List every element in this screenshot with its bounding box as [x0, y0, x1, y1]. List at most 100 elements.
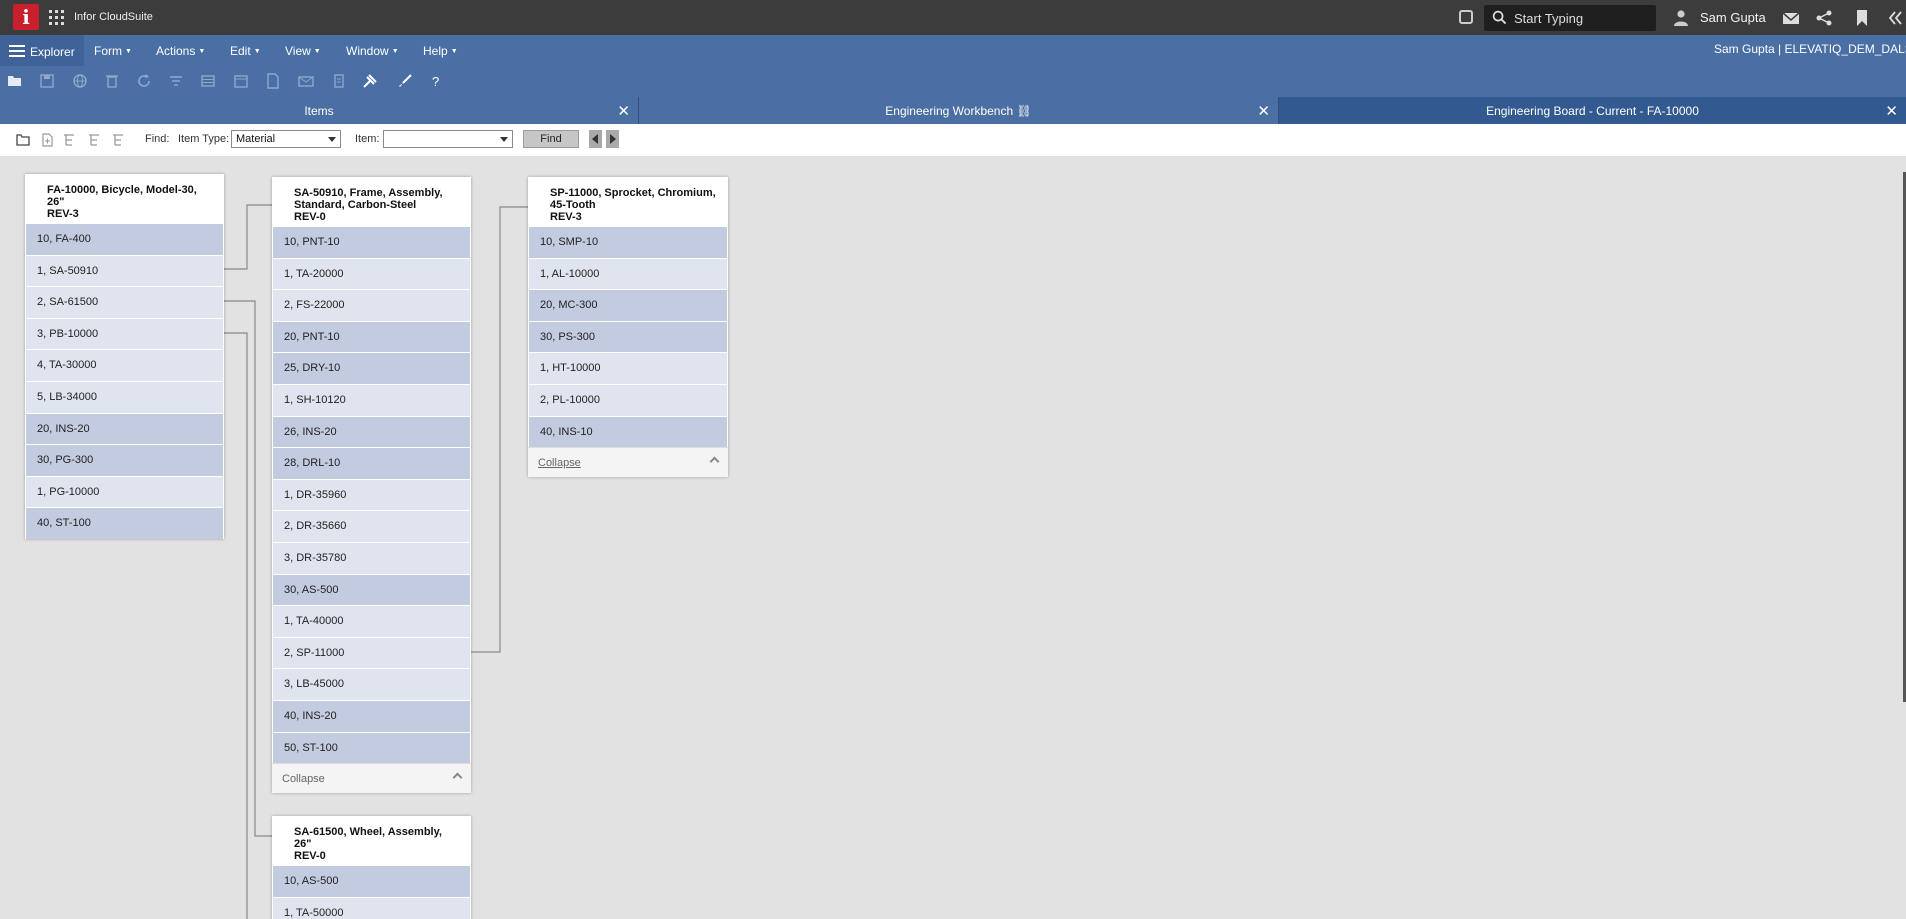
menu-help[interactable]: Help ▼: [423, 44, 458, 58]
previous-button[interactable]: [589, 130, 602, 148]
bom-row[interactable]: 2, PL-10000: [529, 383, 727, 416]
card-header[interactable]: SA-50910, Frame, Assembly, Standard, Car…: [272, 177, 471, 226]
bom-row[interactable]: 1, DR-35960: [273, 478, 470, 511]
bom-row[interactable]: 10, AS-500: [273, 865, 470, 897]
globe-icon[interactable]: [72, 73, 88, 89]
share-icon[interactable]: [1815, 9, 1833, 27]
attach-icon[interactable]: [331, 73, 347, 89]
tree-expand-icon[interactable]: [62, 133, 77, 147]
bom-row[interactable]: 2, SP-11000: [273, 636, 470, 669]
waffle-icon[interactable]: [49, 10, 64, 25]
bom-row[interactable]: 1, TA-40000: [273, 605, 470, 637]
bom-row[interactable]: 1, PG-10000: [26, 475, 223, 508]
infor-logo[interactable]: i: [13, 4, 39, 30]
filter-icon[interactable]: [168, 73, 184, 89]
next-button[interactable]: [606, 130, 619, 148]
close-icon[interactable]: ✕: [1257, 102, 1270, 120]
bom-row[interactable]: 30, PS-300: [529, 320, 727, 353]
search-input[interactable]: [1514, 9, 1649, 27]
card-title: SP-11000, Sprocket, Chromium, 45-Tooth: [550, 187, 716, 211]
bom-row[interactable]: 28, DRL-10: [273, 447, 470, 479]
bom-row[interactable]: 50, ST-100: [273, 731, 470, 764]
find-bar: Find: Item Type: Material Item: Find: [0, 124, 1906, 156]
find-button[interactable]: Find: [523, 130, 579, 148]
bom-row[interactable]: 1, TA-50000: [273, 896, 470, 919]
bom-row[interactable]: 2, DR-35660: [273, 510, 470, 542]
card-header[interactable]: FA-10000, Bicycle, Model-30, 26" REV-3: [25, 174, 224, 223]
bom-row[interactable]: 1, AL-10000: [529, 257, 727, 290]
tab-items-label: Items: [304, 104, 334, 118]
new-document-icon[interactable]: [40, 133, 55, 147]
bom-row[interactable]: 40, INS-10: [529, 415, 727, 448]
bom-row[interactable]: 10, FA-400: [26, 223, 223, 255]
bom-row[interactable]: 20, PNT-10: [273, 320, 470, 353]
menu-edit[interactable]: Edit ▼: [230, 44, 261, 58]
bom-row[interactable]: 40, ST-100: [26, 507, 223, 539]
bom-row[interactable]: 30, AS-500: [273, 573, 470, 606]
mail-icon[interactable]: [1782, 9, 1800, 27]
card-header[interactable]: SP-11000, Sprocket, Chromium, 45-Tooth R…: [528, 177, 728, 226]
close-icon[interactable]: ✕: [617, 102, 630, 120]
tab-engineering-workbench[interactable]: Engineering Workbench ⛓ ✕: [639, 97, 1278, 124]
folder-open-icon[interactable]: [7, 73, 23, 89]
bom-row[interactable]: 20, INS-20: [26, 412, 223, 445]
menu-window[interactable]: Window ▼: [346, 44, 399, 58]
calendar-icon[interactable]: [233, 73, 249, 89]
bom-row[interactable]: 30, PG-300: [26, 444, 223, 476]
bom-row[interactable]: 10, PNT-10: [273, 226, 470, 258]
bom-row[interactable]: 26, INS-20: [273, 415, 470, 448]
brush-icon[interactable]: [397, 73, 413, 89]
global-search[interactable]: [1484, 5, 1656, 31]
card-header[interactable]: SA-61500, Wheel, Assembly, 26" REV-0: [272, 816, 471, 865]
refresh-icon[interactable]: [136, 73, 152, 89]
tree-collapse-icon[interactable]: [87, 133, 102, 147]
bom-row[interactable]: 1, SA-50910: [26, 254, 223, 287]
bom-row[interactable]: 3, PB-10000: [26, 317, 223, 350]
bom-row[interactable]: 2, SA-61500: [26, 286, 223, 318]
bom-row[interactable]: 1, HT-10000: [529, 352, 727, 384]
collapse-icon[interactable]: [1886, 9, 1904, 27]
save-icon[interactable]: [39, 73, 55, 89]
bookmark-icon[interactable]: [1853, 9, 1871, 27]
bom-card: SA-61500, Wheel, Assembly, 26" REV-0 10,…: [272, 816, 471, 919]
top-bar: i Infor CloudSuite Sam Gupta: [0, 0, 1906, 35]
item-select[interactable]: [383, 130, 513, 148]
tab-items[interactable]: Items ✕: [0, 97, 638, 124]
collapse-label: Collapse: [538, 457, 581, 470]
explorer-button[interactable]: Explorer: [0, 35, 84, 66]
tree-add-icon[interactable]: [111, 133, 126, 147]
user-icon[interactable]: [1673, 9, 1689, 26]
email-icon[interactable]: [298, 73, 314, 89]
document-icon[interactable]: [265, 73, 281, 89]
stop-icon[interactable]: [1459, 10, 1473, 24]
delete-icon[interactable]: [104, 73, 120, 89]
menu-form[interactable]: Form ▼: [94, 44, 132, 58]
menu-view[interactable]: View ▼: [285, 44, 321, 58]
bom-row[interactable]: 40, INS-20: [273, 699, 470, 732]
bom-row[interactable]: 25, DRY-10: [273, 352, 470, 384]
bom-row[interactable]: 4, TA-30000: [26, 349, 223, 381]
svg-text:?: ?: [432, 74, 439, 89]
bom-row[interactable]: 5, LB-34000: [26, 380, 223, 413]
menu-actions[interactable]: Actions ▼: [156, 44, 205, 58]
bom-row[interactable]: 1, TA-20000: [273, 257, 470, 290]
help-icon[interactable]: ?: [428, 73, 444, 89]
tab-engineering-board[interactable]: Engineering Board - Current - FA-10000 ✕: [1279, 97, 1906, 124]
bom-row[interactable]: 2, FS-22000: [273, 289, 470, 321]
bom-row[interactable]: 20, MC-300: [529, 289, 727, 321]
list-icon[interactable]: [200, 73, 216, 89]
bom-row[interactable]: 10, SMP-10: [529, 226, 727, 258]
item-type-select[interactable]: Material: [231, 130, 341, 148]
collapse-button[interactable]: Collapse: [272, 763, 471, 794]
bom-row[interactable]: 1, SH-10120: [273, 383, 470, 416]
card-title: SA-50910, Frame, Assembly, Standard, Car…: [294, 187, 443, 211]
close-icon[interactable]: ✕: [1885, 102, 1898, 120]
collapse-button[interactable]: Collapse: [528, 447, 728, 478]
hamburger-icon: [9, 45, 25, 57]
user-name[interactable]: Sam Gupta: [1700, 10, 1766, 25]
folder-open-icon[interactable]: [16, 133, 31, 147]
engineering-board-canvas[interactable]: FA-10000, Bicycle, Model-30, 26" REV-3 1…: [7, 156, 1906, 919]
bom-row[interactable]: 3, DR-35780: [273, 541, 470, 574]
tools-icon[interactable]: [362, 73, 378, 89]
bom-row[interactable]: 3, LB-45000: [273, 668, 470, 700]
